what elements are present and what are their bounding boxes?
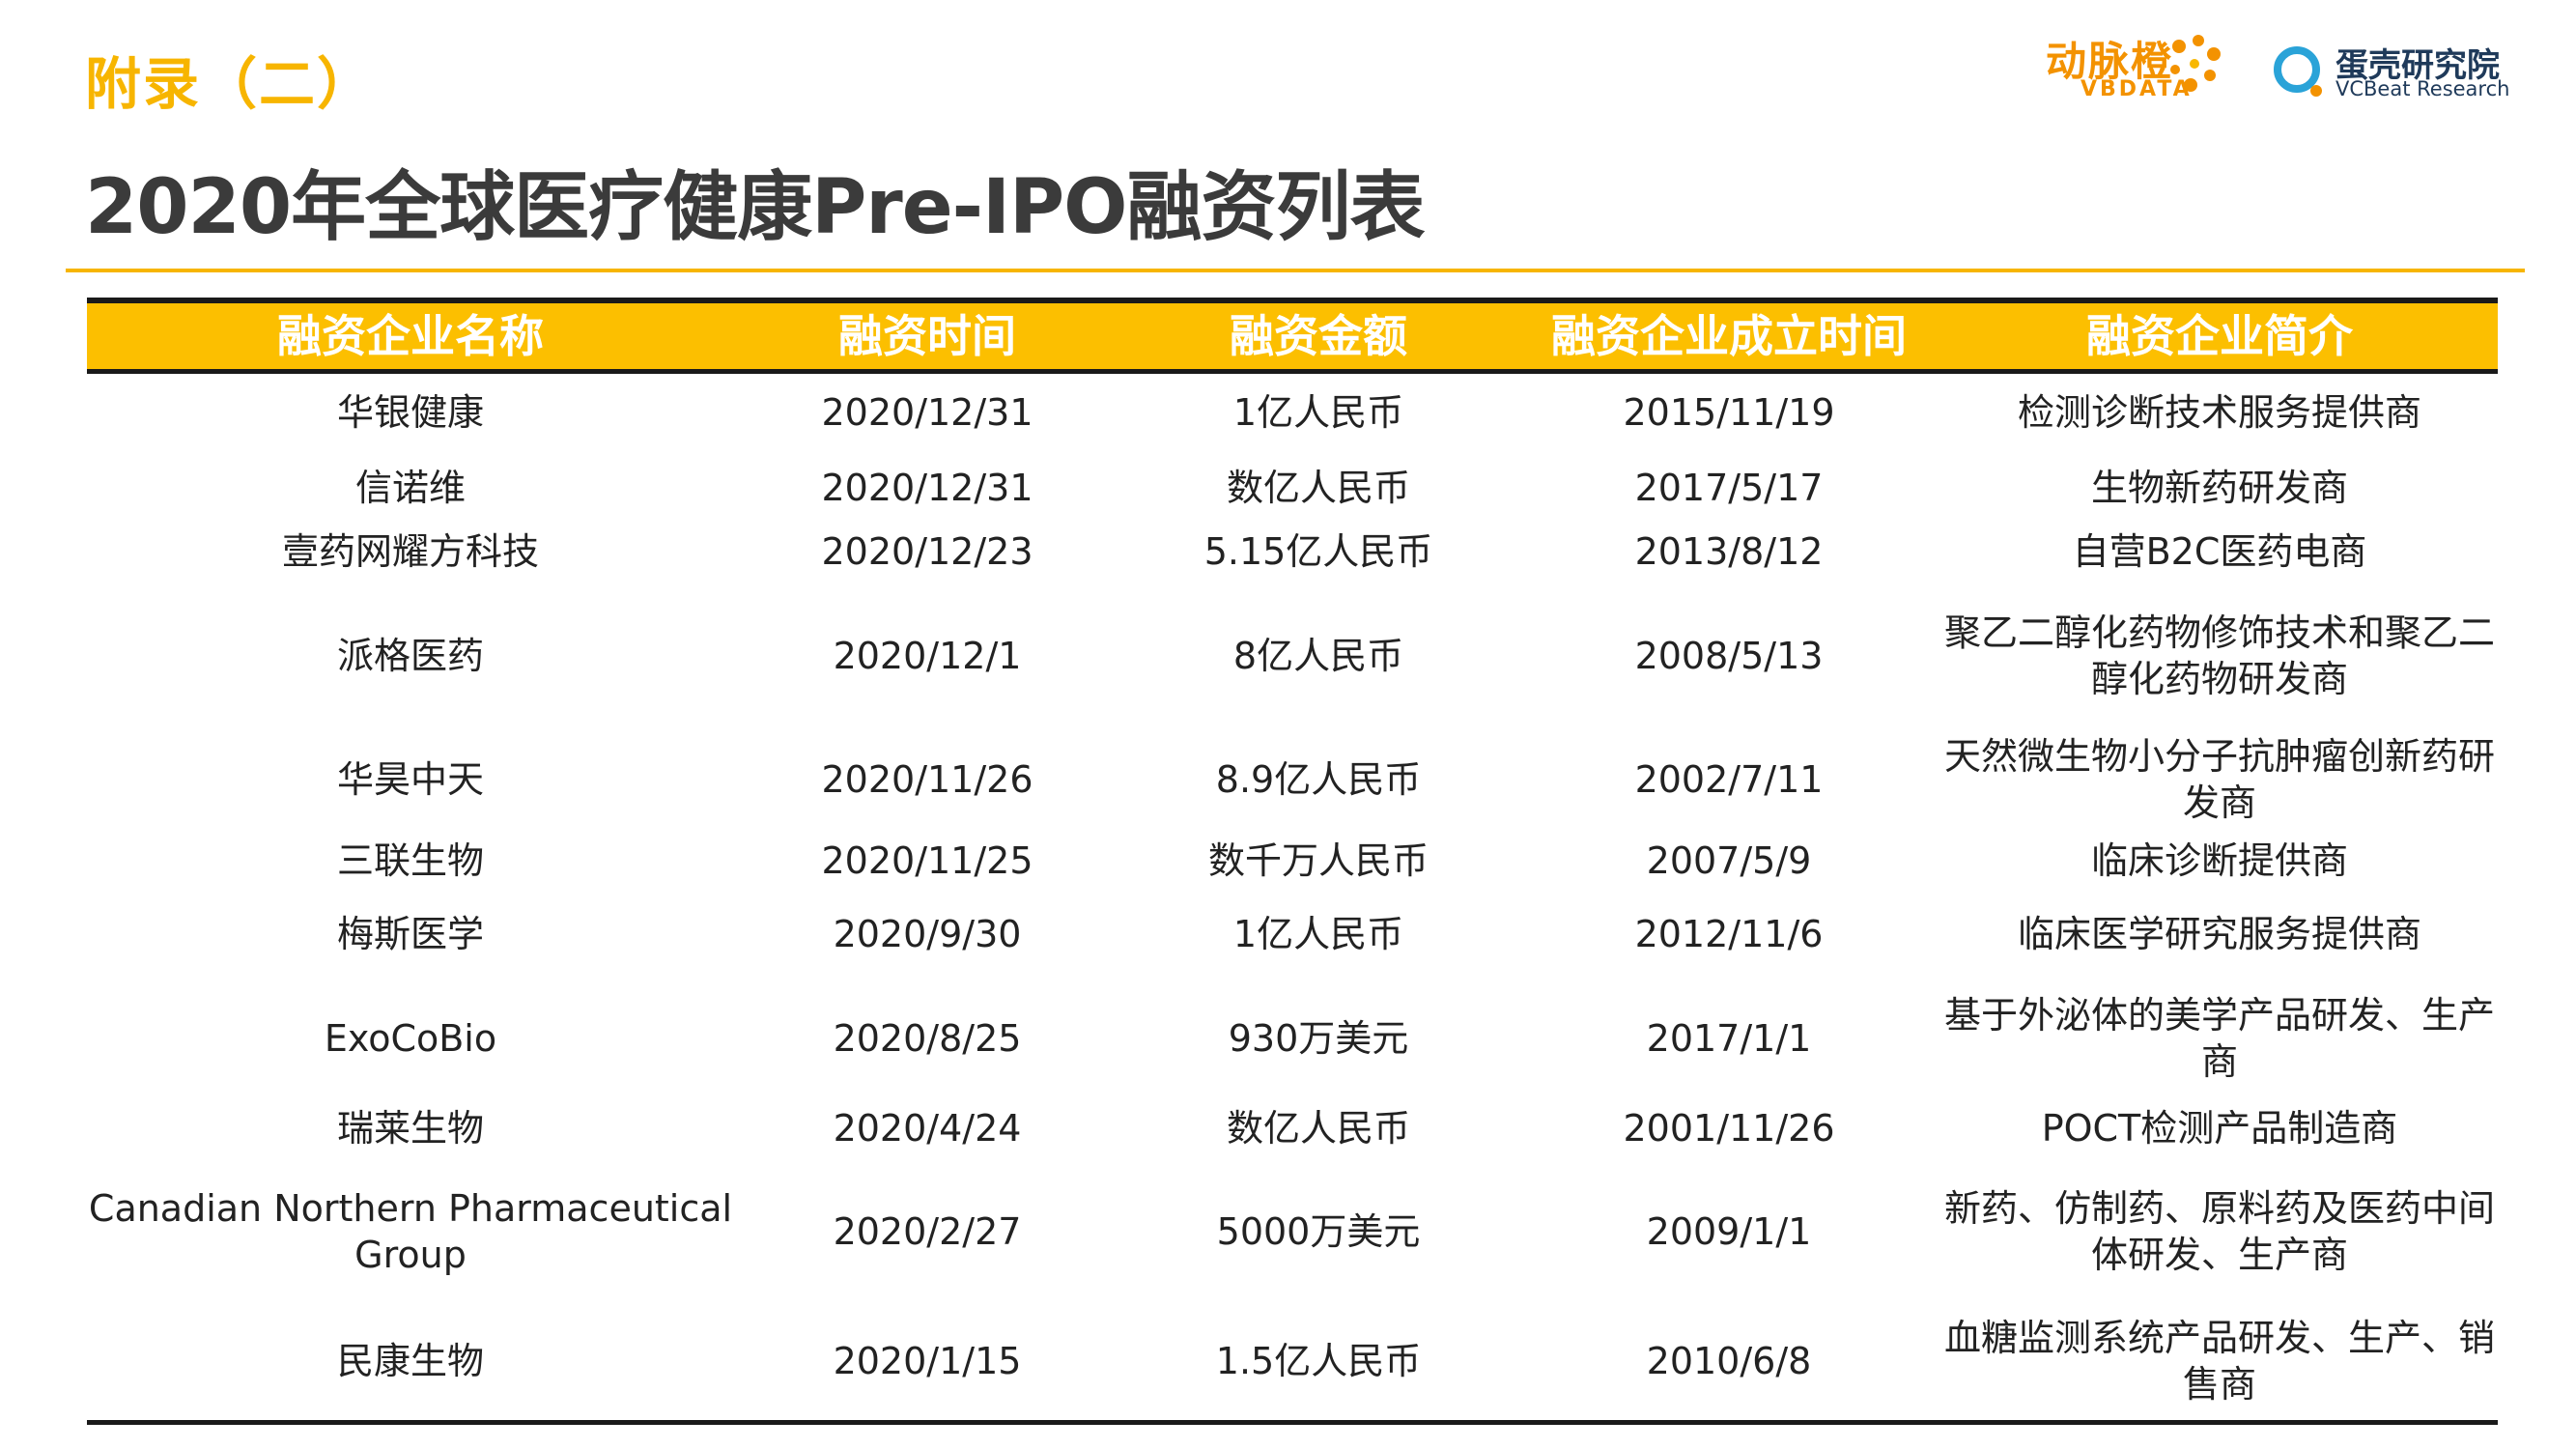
- cell-funding-date: 2020/12/1: [833, 635, 1022, 677]
- cell-funding-amount: 8亿人民币: [1232, 635, 1404, 677]
- table-row: 梅斯医学 2020/9/30 1亿人民币 2012/11/6 临床医学研究服务提…: [87, 900, 2498, 968]
- table-row: 华银健康 2020/12/31 1亿人民币 2015/11/19 检测诊断技术服…: [87, 379, 2498, 446]
- page-title: 2020年全球医疗健康Pre-IPO融资列表: [85, 164, 1425, 251]
- cell-funding-date: 2020/12/23: [821, 530, 1033, 573]
- cell-founded-date: 2010/6/8: [1646, 1340, 1812, 1382]
- cell-founded-date: 2012/11/6: [1634, 913, 1824, 955]
- table-row: ExoCoBio 2020/8/25 930万美元 2017/1/1 基于外泌体…: [87, 981, 2498, 1095]
- appendix-label: 附录（二）: [85, 51, 376, 117]
- table-row: 三联生物 2020/11/25 数千万人民币 2007/5/9 临床诊断提供商: [87, 827, 2498, 895]
- table-bottom-rule: [87, 1420, 2498, 1425]
- table-row: 信诺维 2020/12/31 数亿人民币 2017/5/17 生物新药研发商: [87, 454, 2498, 522]
- cell-founded-date: 2008/5/13: [1634, 635, 1824, 677]
- cell-funding-amount: 8.9亿人民币: [1215, 758, 1422, 801]
- cell-company-name: 三联生物: [336, 839, 484, 882]
- cell-funding-date: 2020/12/31: [821, 391, 1033, 434]
- cell-company-name: 信诺维: [354, 467, 466, 509]
- cell-funding-amount: 1亿人民币: [1232, 391, 1404, 434]
- table-row: 华昊中天 2020/11/26 8.9亿人民币 2002/7/11 天然微生物小…: [87, 723, 2498, 837]
- cell-funding-date: 2020/11/25: [821, 839, 1033, 882]
- cell-funding-amount: 1.5亿人民币: [1215, 1340, 1422, 1382]
- cell-funding-date: 2020/11/26: [821, 758, 1033, 801]
- vcbeat-ring-icon: [2274, 46, 2322, 97]
- cell-funding-date: 2020/8/25: [833, 1017, 1022, 1060]
- table-row: Canadian Northern Pharmaceutical Group 2…: [87, 1175, 2498, 1289]
- cell-company-name: 壹药网耀方科技: [281, 530, 539, 573]
- cell-company-intro: 生物新药研发商: [2090, 467, 2348, 509]
- cell-funding-date: 2020/4/24: [833, 1107, 1022, 1150]
- cell-company-intro: 临床医学研究服务提供商: [2017, 913, 2421, 955]
- cell-company-name: 梅斯医学: [336, 913, 484, 955]
- cell-company-intro: 检测诊断技术服务提供商: [2017, 391, 2421, 434]
- cell-founded-date: 2009/1/1: [1646, 1210, 1812, 1253]
- column-header-intro: 融资企业简介: [2086, 310, 2353, 362]
- cell-company-intro: POCT检测产品制造商: [2041, 1107, 2398, 1150]
- cell-founded-date: 2001/11/26: [1623, 1107, 1835, 1150]
- cell-founded-date: 2017/1/1: [1646, 1017, 1812, 1060]
- cell-company-intro: 聚乙二醇化药物修饰技术和聚乙二醇化药物研发商: [1943, 611, 2495, 700]
- cell-company-intro: 天然微生物小分子抗肿瘤创新药研发商: [1943, 735, 2495, 824]
- vbdata-mark-icon: [2170, 35, 2221, 92]
- cell-funding-amount: 5.15亿人民币: [1203, 530, 1433, 573]
- cell-funding-date: 2020/1/15: [833, 1340, 1022, 1382]
- cell-company-name: 派格医药: [336, 635, 484, 677]
- cell-company-intro: 血糖监测系统产品研发、生产、销售商: [1943, 1317, 2495, 1406]
- cell-funding-amount: 数千万人民币: [1207, 839, 1429, 882]
- title-underline: [66, 269, 2525, 272]
- cell-company-intro: 自营B2C医药电商: [2072, 530, 2367, 573]
- cell-company-name: 瑞莱生物: [336, 1107, 484, 1150]
- cell-company-name: 华昊中天: [336, 758, 484, 801]
- cell-company-name: ExoCoBio: [324, 1017, 497, 1060]
- vcbeat-logo-en: VCBeat Research: [2335, 77, 2510, 100]
- table-header-rule: [87, 369, 2498, 374]
- cell-founded-date: 2017/5/17: [1634, 467, 1824, 509]
- table-row: 派格医药 2020/12/1 8亿人民币 2008/5/13 聚乙二醇化药物修饰…: [87, 599, 2498, 713]
- cell-funding-date: 2020/2/27: [833, 1210, 1022, 1253]
- cell-funding-amount: 1亿人民币: [1232, 913, 1404, 955]
- column-header-date: 融资时间: [838, 310, 1016, 362]
- vcbeat-logo: 蛋壳研究院 VCBeat Research: [2270, 39, 2560, 106]
- cell-founded-date: 2013/8/12: [1634, 530, 1824, 573]
- cell-founded-date: 2015/11/19: [1623, 391, 1835, 434]
- column-header-amount: 融资金额: [1230, 310, 1407, 362]
- cell-founded-date: 2002/7/11: [1634, 758, 1824, 801]
- table-row: 瑞莱生物 2020/4/24 数亿人民币 2001/11/26 POCT检测产品…: [87, 1092, 2498, 1165]
- table-row: 壹药网耀方科技 2020/12/23 5.15亿人民币 2013/8/12 自营…: [87, 518, 2498, 585]
- cell-founded-date: 2007/5/9: [1646, 839, 1812, 882]
- cell-company-intro: 新药、仿制药、原料药及医药中间体研发、生产商: [1943, 1187, 2495, 1276]
- cell-funding-date: 2020/9/30: [833, 913, 1022, 955]
- cell-funding-amount: 数亿人民币: [1226, 467, 1410, 509]
- cell-company-name: 民康生物: [336, 1340, 484, 1382]
- cell-funding-date: 2020/12/31: [821, 467, 1033, 509]
- table-row: 民康生物 2020/1/15 1.5亿人民币 2010/6/8 血糖监测系统产品…: [87, 1304, 2498, 1418]
- cell-funding-amount: 5000万美元: [1216, 1210, 1421, 1253]
- column-header-founded: 融资企业成立时间: [1551, 310, 1907, 362]
- cell-company-name: Canadian Northern Pharmaceutical Group: [88, 1187, 733, 1276]
- cell-funding-amount: 数亿人民币: [1226, 1107, 1410, 1150]
- cell-company-name: 华银健康: [336, 391, 484, 434]
- column-header-name: 融资企业名称: [277, 310, 544, 362]
- cell-funding-amount: 930万美元: [1228, 1017, 1409, 1060]
- cell-company-intro: 基于外泌体的美学产品研发、生产商: [1943, 994, 2495, 1083]
- cell-company-intro: 临床诊断提供商: [2090, 839, 2348, 882]
